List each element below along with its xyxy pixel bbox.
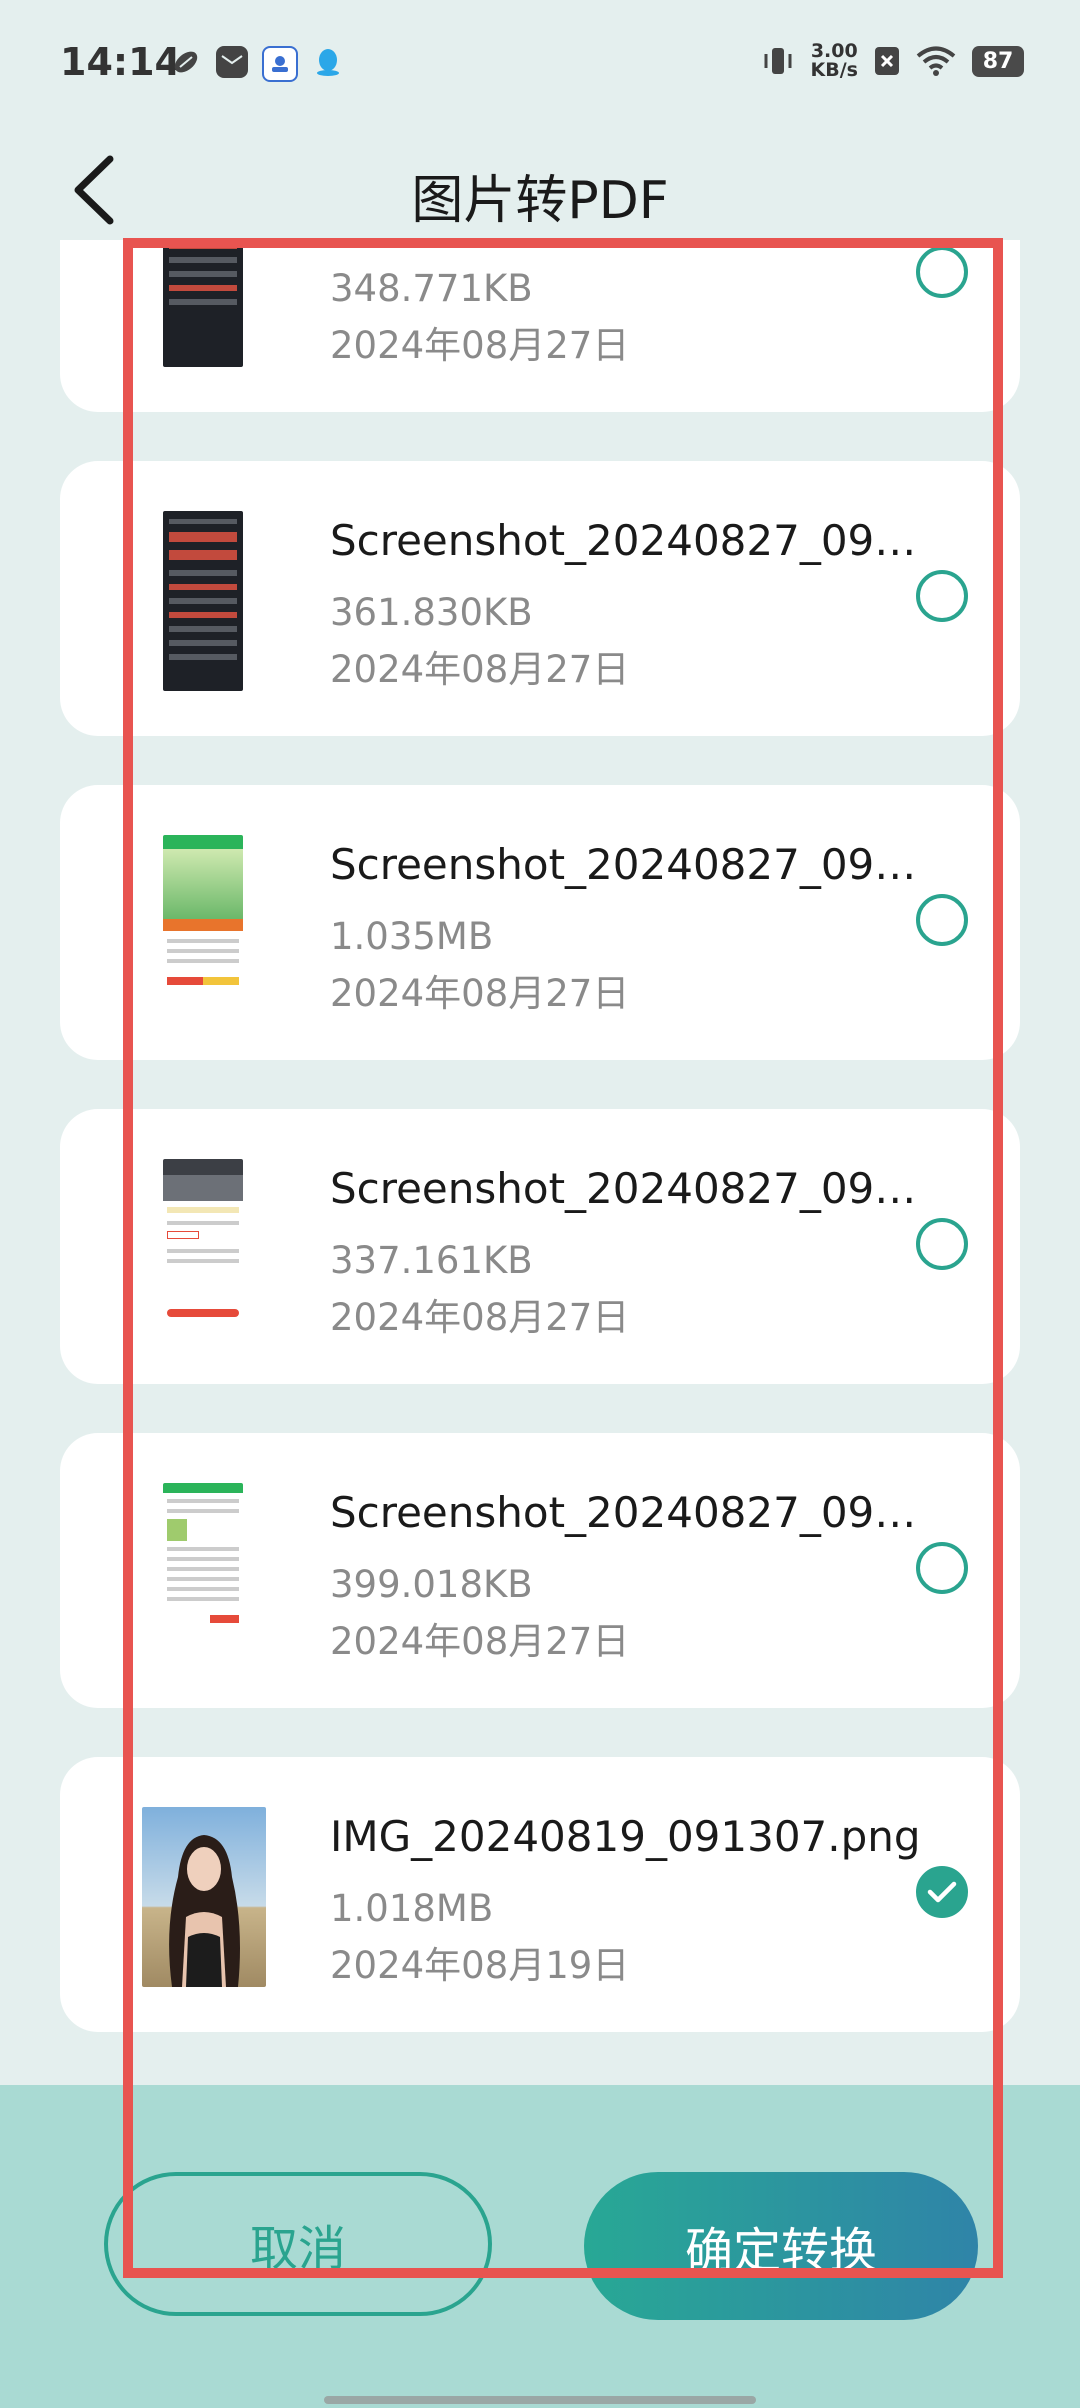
select-radio[interactable] bbox=[916, 246, 968, 298]
file-name: Screenshot_20240827_09… bbox=[330, 1488, 917, 1537]
file-date: 2024年08月27日 bbox=[330, 648, 630, 691]
file-thumbnail bbox=[163, 1159, 243, 1339]
status-bar: 14:14 3.00 KB/s 87 bbox=[0, 0, 1080, 130]
confirm-convert-button[interactable]: 确定转换 bbox=[584, 2172, 978, 2320]
status-time: 14:14 bbox=[60, 40, 181, 84]
cancel-button[interactable]: 取消 bbox=[104, 2172, 492, 2316]
file-item[interactable]: 348.771KB 2024年08月27日 bbox=[60, 240, 1020, 412]
notification-icons bbox=[170, 46, 344, 82]
file-name: Screenshot_20240827_09… bbox=[330, 516, 917, 565]
file-thumbnail bbox=[163, 835, 243, 1015]
file-size: 399.018KB bbox=[330, 1563, 533, 1606]
wifi-icon bbox=[916, 46, 956, 76]
checkmark-icon bbox=[927, 1881, 957, 1903]
file-thumbnail bbox=[163, 511, 243, 691]
file-name: Screenshot_20240827_09… bbox=[330, 1164, 917, 1213]
file-date: 2024年08月19日 bbox=[330, 1944, 630, 1987]
file-name: Screenshot_20240827_09… bbox=[330, 840, 917, 889]
file-size: 348.771KB bbox=[330, 267, 533, 310]
file-size: 337.161KB bbox=[330, 1239, 533, 1282]
select-radio[interactable] bbox=[916, 894, 968, 946]
vibrate-icon bbox=[764, 48, 792, 74]
qq-penguin-icon bbox=[312, 46, 344, 78]
mail-icon bbox=[216, 46, 248, 78]
file-date: 2024年08月27日 bbox=[330, 972, 630, 1015]
file-date: 2024年08月27日 bbox=[330, 1620, 630, 1663]
file-item[interactable]: Screenshot_20240827_09… 337.161KB 2024年0… bbox=[60, 1109, 1020, 1384]
select-radio-checked[interactable] bbox=[916, 1866, 968, 1918]
file-size: 1.035MB bbox=[330, 915, 494, 958]
no-sim-icon bbox=[875, 47, 899, 75]
file-item[interactable]: Screenshot_20240827_09… 399.018KB 2024年0… bbox=[60, 1433, 1020, 1708]
file-date: 2024年08月27日 bbox=[330, 324, 630, 367]
battery-indicator: 87 bbox=[972, 45, 1024, 77]
file-thumbnail bbox=[163, 1483, 243, 1663]
page-title: 图片转PDF bbox=[411, 171, 669, 231]
home-indicator[interactable] bbox=[324, 2396, 756, 2404]
net-speed-unit: KB/s bbox=[810, 59, 858, 81]
file-thumbnail bbox=[163, 240, 243, 367]
file-item[interactable]: Screenshot_20240827_09… 1.035MB 2024年08月… bbox=[60, 785, 1020, 1060]
system-icons: 3.00 KB/s 87 bbox=[761, 42, 1024, 80]
file-item[interactable]: IMG_20240819_091307.png 1.018MB 2024年08月… bbox=[60, 1757, 1020, 2032]
select-radio[interactable] bbox=[916, 1218, 968, 1270]
file-item[interactable]: Screenshot_20240827_09… 361.830KB 2024年0… bbox=[60, 461, 1020, 736]
select-radio[interactable] bbox=[916, 570, 968, 622]
portrait-photo bbox=[142, 1807, 266, 1987]
rugby-icon bbox=[170, 46, 202, 78]
file-name: IMG_20240819_091307.png bbox=[330, 1812, 921, 1861]
file-size: 1.018MB bbox=[330, 1887, 494, 1930]
network-speed: 3.00 KB/s bbox=[811, 42, 858, 80]
select-radio[interactable] bbox=[916, 1542, 968, 1594]
file-size: 361.830KB bbox=[330, 591, 533, 634]
file-date: 2024年08月27日 bbox=[330, 1296, 630, 1339]
app-badge-icon bbox=[262, 46, 298, 82]
file-list[interactable]: 348.771KB 2024年08月27日 Screenshot_2024082… bbox=[0, 240, 1080, 2040]
file-thumbnail bbox=[142, 1807, 266, 1987]
